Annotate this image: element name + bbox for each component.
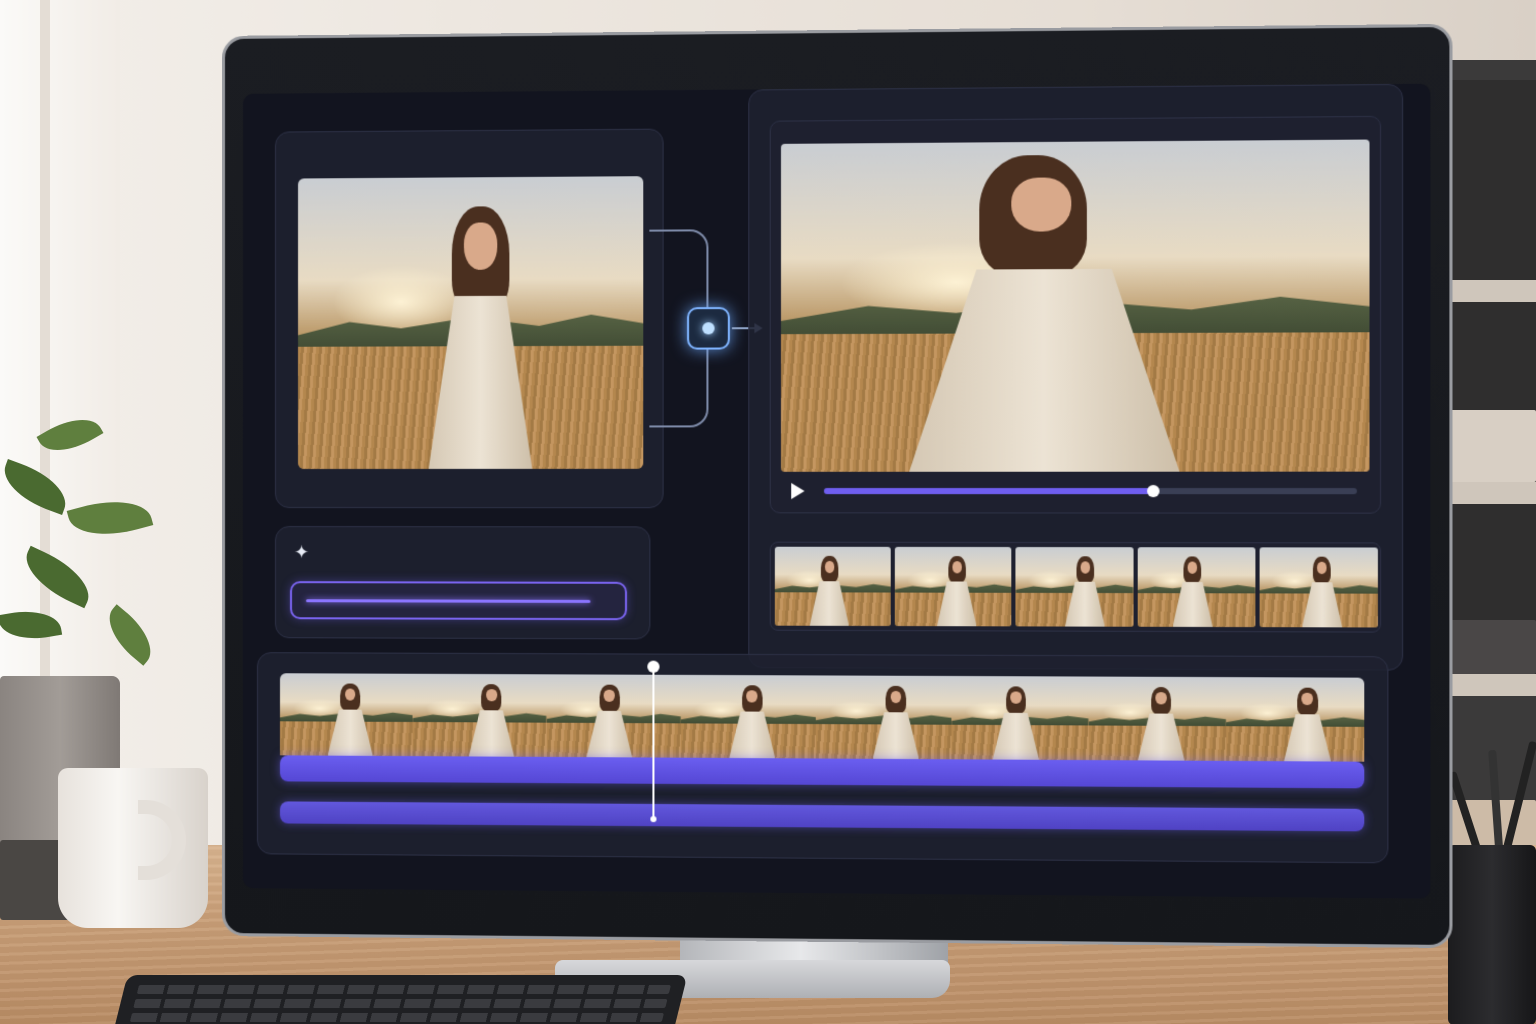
frame-thumbnail[interactable] [1137, 547, 1256, 628]
timeline-clip[interactable] [951, 675, 1089, 761]
frame-thumbnail[interactable] [774, 546, 891, 627]
audio-track[interactable] [279, 801, 1365, 832]
frame-thumbnail[interactable] [1259, 547, 1378, 628]
prompt-input[interactable] [290, 581, 627, 621]
timeline-clip[interactable] [680, 674, 816, 759]
prompt-progress [306, 599, 591, 603]
key-row [129, 1013, 665, 1022]
window-light [0, 0, 120, 760]
timeline-clip[interactable] [815, 675, 952, 760]
book-stack [1448, 410, 1536, 482]
playhead-handle[interactable] [647, 660, 660, 673]
sparkle-icon: ✦ [294, 542, 310, 563]
source-image-panel[interactable] [274, 128, 664, 509]
source-image[interactable] [298, 176, 644, 469]
key-row [136, 985, 671, 994]
timeline-panel [256, 652, 1389, 864]
seek-progress [823, 488, 1153, 495]
keyboard [112, 975, 688, 1024]
prompt-panel: ✦ [274, 526, 651, 640]
timeline-clip[interactable] [1088, 676, 1226, 761]
frame-thumbnail[interactable] [1015, 547, 1134, 627]
key-row [133, 999, 668, 1008]
timeline-track[interactable] [279, 755, 1365, 789]
frame-thumbnail[interactable] [895, 546, 1012, 627]
node-dot-icon [702, 322, 715, 335]
pen-holder [1448, 845, 1536, 1024]
playhead[interactable] [652, 666, 655, 819]
transform-node-button[interactable] [687, 307, 730, 350]
video-editor-screen: ✦ [242, 83, 1431, 899]
timeline-clip[interactable] [1225, 677, 1365, 762]
generated-video-frame[interactable] [780, 139, 1370, 472]
monitor: ✦ [222, 23, 1453, 949]
timeline-clip[interactable] [546, 674, 681, 758]
timeline-clip[interactable] [279, 673, 413, 757]
timeline-clip[interactable] [412, 673, 547, 757]
frames-strip [769, 541, 1382, 633]
window-frame [40, 0, 50, 700]
play-icon[interactable] [791, 482, 805, 500]
seek-thumb[interactable] [1146, 484, 1160, 498]
coffee-mug [58, 768, 208, 928]
output-panel [748, 83, 1404, 671]
video-player [769, 115, 1382, 514]
